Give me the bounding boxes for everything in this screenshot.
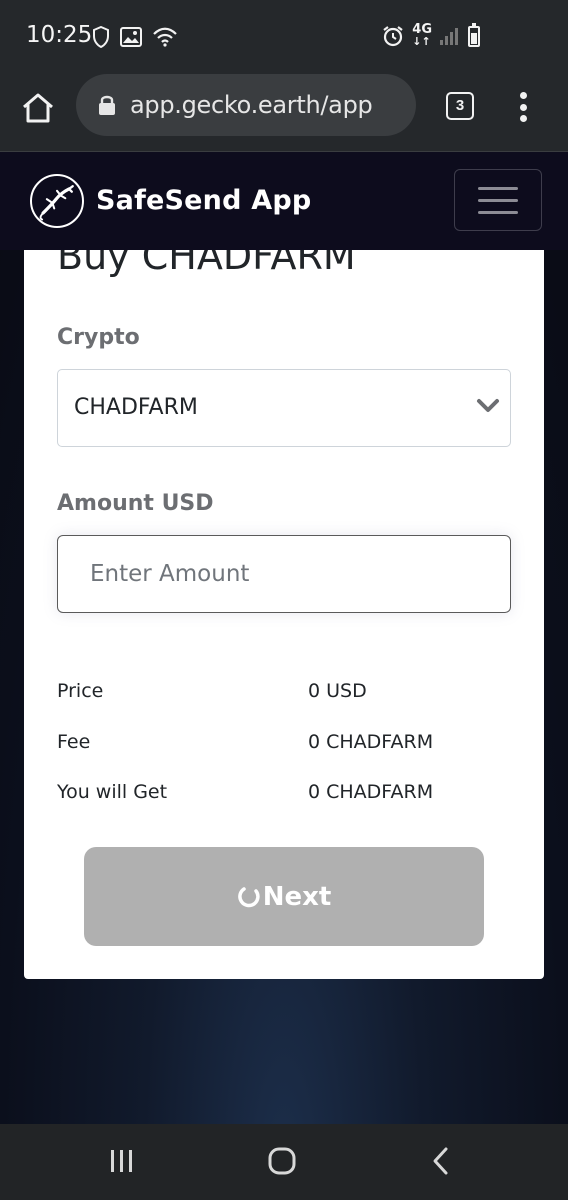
status-bar: 10:25 4G ↓↑ [0,0,568,74]
network-type: 4G ↓↑ [412,23,432,48]
more-vert-icon[interactable] [516,92,530,122]
summary-row-you-will-get: You will Get 0 CHADFARM [57,781,517,811]
hamburger-menu-icon[interactable] [454,169,542,231]
amount-input[interactable] [57,535,511,613]
alarm-icon [383,26,403,47]
gecko-logo-icon[interactable] [30,174,84,228]
summary-value: 0 USD [308,680,367,702]
home-icon[interactable] [20,90,56,126]
summary-value: 0 CHADFARM [308,731,434,753]
chevron-down-icon [477,399,499,412]
spinner-icon [237,886,260,907]
home-nav-icon[interactable] [267,1146,297,1176]
system-nav-bar [0,1124,568,1200]
crypto-select[interactable]: CHADFARM [57,369,511,447]
summary-row-price: Price 0 USD [57,680,517,710]
app-header: SafeSend App [0,152,568,250]
signal-icon [440,27,458,45]
shield-icon [93,26,109,48]
status-left-icons [92,26,178,48]
buy-form-card: Buy CHADFARM Crypto CHADFARM Amount USD … [24,212,544,979]
address-bar[interactable]: app.gecko.earth/app [76,74,416,136]
brand-name[interactable]: SafeSend App [96,185,311,216]
status-right-icons: 4G ↓↑ [382,23,480,48]
tab-switcher-button[interactable]: 3 [446,92,474,120]
summary-value: 0 CHADFARM [308,781,434,803]
next-button[interactable]: Next [84,847,484,946]
summary-label: You will Get [57,781,168,803]
summary-label: Price [57,680,104,702]
summary-row-fee: Fee 0 CHADFARM [57,731,517,761]
crypto-selected-value: CHADFARM [74,395,198,420]
status-time: 10:25 [26,22,93,48]
url-text: app.gecko.earth/app [130,91,373,119]
battery-icon [468,23,480,47]
browser-toolbar: app.gecko.earth/app 3 [0,74,568,152]
recent-apps-icon[interactable] [108,1148,136,1174]
next-button-label: Next [262,881,332,912]
web-page: Buy CHADFARM Crypto CHADFARM Amount USD … [0,152,568,1124]
data-arrows-icon: ↓↑ [412,35,431,48]
amount-label: Amount USD [57,491,214,516]
back-icon[interactable] [430,1146,450,1176]
summary-label: Fee [57,731,91,753]
image-icon [120,27,142,47]
crypto-label: Crypto [57,325,140,350]
wifi-icon [153,27,177,47]
lock-icon [99,95,115,115]
